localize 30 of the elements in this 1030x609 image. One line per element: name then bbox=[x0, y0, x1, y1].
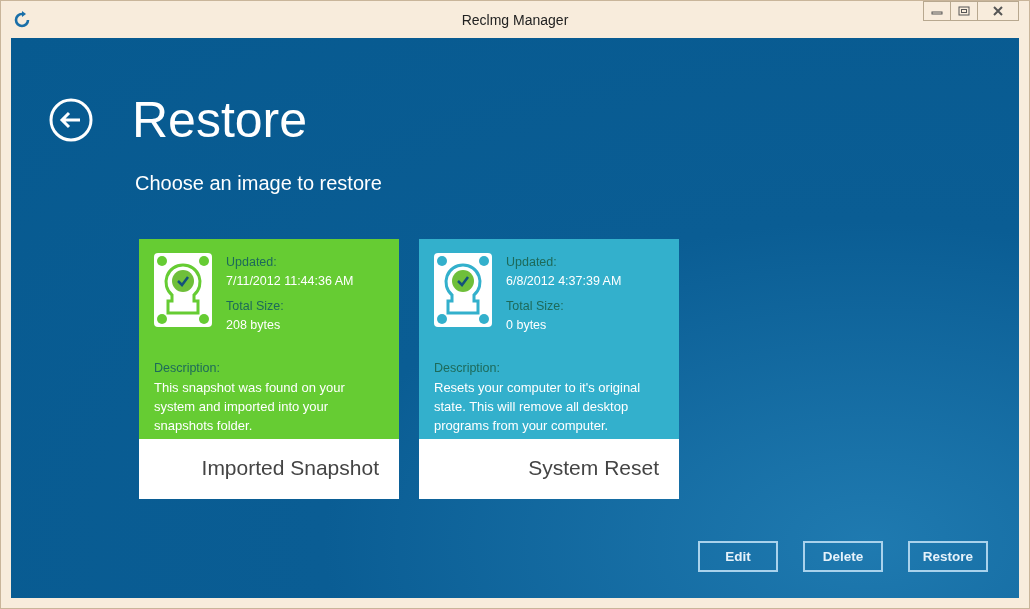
updated-label: Updated: bbox=[506, 254, 558, 271]
close-icon bbox=[992, 6, 1004, 16]
back-button[interactable] bbox=[49, 98, 93, 142]
window-title: Reclmg Manager bbox=[461, 11, 569, 28]
description-label: Description: bbox=[154, 360, 221, 377]
maximize-button[interactable] bbox=[950, 1, 978, 21]
image-card[interactable]: Updated: 6/8/2012 4:37:39 AM Total Size: 0 bytes Description: Resets your computer to it's original state. This will remove all desktop programs from your computer. bbox=[419, 239, 679, 439]
size-value: 0 bytes bbox=[506, 317, 548, 334]
close-button[interactable] bbox=[977, 1, 1019, 21]
action-button[interactable]: Edit bbox=[698, 541, 778, 572]
hard-drive-check-icon bbox=[154, 253, 212, 327]
description-text: This snapshot was found on your system and imported into your snapshots folder. bbox=[154, 379, 346, 435]
image-card[interactable]: Updated: 7/11/2012 11:44:36 AM Total Size: 208 bytes Description: This snapshot was found on your system and imported into your snapshots folder. bbox=[139, 239, 399, 439]
image-name: System Reset bbox=[419, 439, 679, 499]
updated-value: 7/11/2012 11:44:36 AM bbox=[226, 273, 354, 290]
description-label: Description: bbox=[434, 360, 501, 377]
size-label: Total Size: bbox=[506, 298, 565, 315]
image-name: Imported Snapshot bbox=[139, 439, 399, 499]
updated-value: 6/8/2012 4:37:39 AM bbox=[506, 273, 622, 290]
page-title: Restore bbox=[132, 91, 308, 149]
size-label: Total Size: bbox=[226, 298, 285, 315]
hard-drive-check-icon bbox=[434, 253, 492, 327]
maximize-icon bbox=[958, 6, 970, 16]
page-subtitle: Choose an image to restore bbox=[135, 172, 383, 195]
refresh-icon bbox=[13, 10, 31, 29]
description-text: Resets your computer to it's original state. This will remove all desktop programs from your computer. bbox=[434, 379, 642, 435]
action-button[interactable]: Delete bbox=[803, 541, 883, 572]
size-value: 208 bytes bbox=[226, 317, 282, 334]
updated-label: Updated: bbox=[226, 254, 278, 271]
action-button[interactable]: Restore bbox=[908, 541, 988, 572]
